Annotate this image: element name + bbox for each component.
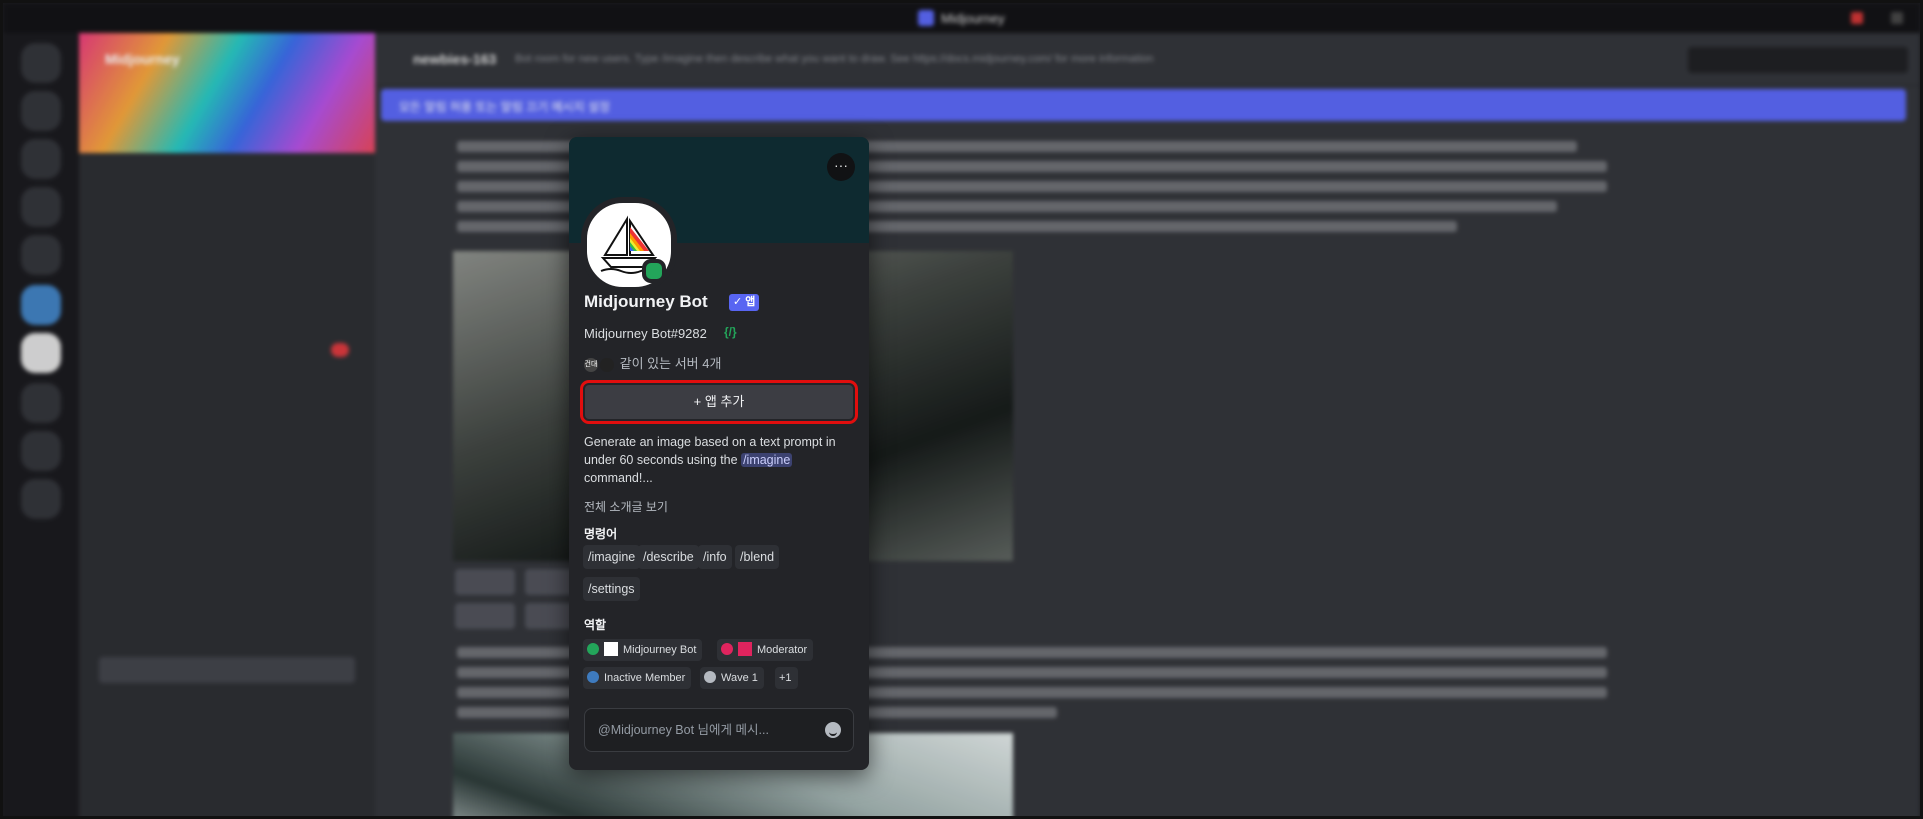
role-color-dot (587, 671, 599, 684)
command-chip[interactable]: /describe (638, 545, 699, 569)
online-status-icon (642, 259, 666, 283)
role-label: Inactive Member (604, 672, 686, 684)
channel-item[interactable] (99, 303, 355, 329)
notice-text: 모든 알림 허용 또는 알림 끄기 메시지 설정 (399, 100, 611, 114)
server-icon[interactable] (21, 91, 61, 131)
search-input[interactable] (1688, 47, 1908, 73)
role-chip[interactable]: Inactive Member (583, 667, 692, 689)
role-icon (738, 642, 752, 657)
mutual-server-icon (600, 357, 614, 372)
mention-badge (331, 343, 349, 357)
channel-item[interactable] (99, 761, 355, 787)
channel-item[interactable] (99, 185, 355, 211)
more-options-button[interactable]: ··· (827, 153, 855, 181)
role-label: Wave 1 (721, 672, 758, 684)
channel-item[interactable] (99, 473, 355, 499)
server-name: Midjourney (105, 51, 180, 67)
add-app-button[interactable]: + 앱 추가 (580, 380, 858, 424)
channel-item[interactable] (99, 371, 355, 397)
more-roles-chip[interactable]: +1 (775, 667, 798, 689)
role-icon (604, 642, 618, 657)
title-bar: Midjourney (3, 3, 1920, 33)
commands-heading: 명령어 (584, 527, 618, 541)
channel-item[interactable] (99, 553, 355, 579)
message-placeholder: @Midjourney Bot 님에게 메시... (598, 723, 769, 737)
mutual-servers-text: 같이 있는 서버 4개 (619, 356, 722, 371)
view-full-intro-link[interactable]: 전체 소개글 보기 (584, 498, 668, 515)
server-icon[interactable] (21, 285, 61, 325)
role-color-dot (704, 671, 716, 684)
app-badge: ✓ 앱 (729, 294, 760, 311)
server-icon[interactable] (21, 235, 61, 275)
command-chip[interactable]: /info (698, 545, 732, 569)
role-chip[interactable]: Midjourney Bot (583, 639, 703, 661)
profile-username: Midjourney Bot#9282 (584, 326, 707, 341)
channel-item[interactable] (99, 219, 355, 245)
command-chip[interactable]: /imagine (583, 545, 641, 569)
role-color-dot (587, 643, 599, 656)
midjourney-server-icon[interactable] (21, 333, 61, 373)
command-chip[interactable]: /settings (583, 577, 640, 601)
command-mention[interactable]: /imagine (741, 453, 793, 467)
roles-heading: 역할 (584, 618, 607, 632)
profile-display-name: Midjourney Bot (584, 292, 708, 311)
server-list (3, 33, 79, 816)
upscale-button[interactable] (455, 569, 515, 595)
channel-name: newbies-163 (413, 51, 497, 67)
close-window-icon[interactable] (1851, 12, 1863, 24)
slash-commands-badge-icon: {/} (724, 325, 737, 339)
screenshot-frame: Midjourney Midjourney newbies-163 Bot ro… (0, 0, 1923, 819)
channel-item[interactable] (99, 337, 355, 363)
discord-background: Midjourney Midjourney newbies-163 Bot ro… (3, 3, 1920, 816)
channel-item[interactable] (99, 587, 355, 613)
server-icon[interactable] (21, 479, 61, 519)
home-icon[interactable] (21, 43, 61, 83)
direct-message-input[interactable]: @Midjourney Bot 님에게 메시... (584, 708, 854, 752)
channel-item[interactable] (99, 405, 355, 431)
role-color-dot (721, 643, 733, 656)
app-logo-icon (918, 10, 934, 26)
server-icon[interactable] (21, 139, 61, 179)
mutual-server-icon: 건대 (584, 357, 598, 372)
channel-item[interactable] (99, 439, 355, 465)
role-chip[interactable]: Moderator (717, 639, 814, 661)
mutual-servers-link[interactable]: 건대 같이 있는 서버 4개 (584, 353, 721, 372)
variation-button[interactable] (455, 603, 515, 629)
window-title: Midjourney (941, 11, 1005, 26)
role-label: Midjourney Bot (623, 644, 697, 656)
channel-item-active[interactable] (99, 657, 355, 683)
description-text: Generate an image based on a text prompt… (584, 435, 836, 467)
notice-banner: 모든 알림 허용 또는 알림 끄기 메시지 설정 (381, 89, 1906, 121)
emoji-icon[interactable] (825, 722, 841, 738)
bot-description: Generate an image based on a text prompt… (584, 433, 856, 487)
channel-header: newbies-163 Bot room for new users. Type… (375, 33, 1920, 86)
window-control-icon[interactable] (1891, 12, 1903, 24)
server-banner[interactable]: Midjourney (79, 33, 375, 153)
server-icon[interactable] (21, 383, 61, 423)
profile-popout: ··· Midjourney Bot ✓ 앱 Midjourney Bot#92… (569, 137, 869, 770)
app-badge-label: 앱 (745, 296, 756, 308)
role-label: Moderator (757, 644, 808, 656)
channel-item[interactable] (99, 691, 355, 717)
description-text: command!... (584, 471, 653, 485)
server-icon[interactable] (21, 431, 61, 471)
check-icon: ✓ (733, 296, 743, 308)
channel-topic: Bot room for new users. Type /imagine th… (515, 53, 1154, 65)
command-chip[interactable]: /blend (735, 545, 780, 569)
channel-item[interactable] (99, 795, 355, 816)
channel-sidebar: Midjourney (79, 33, 375, 816)
server-icon[interactable] (21, 187, 61, 227)
role-chip[interactable]: Wave 1 (700, 667, 764, 689)
